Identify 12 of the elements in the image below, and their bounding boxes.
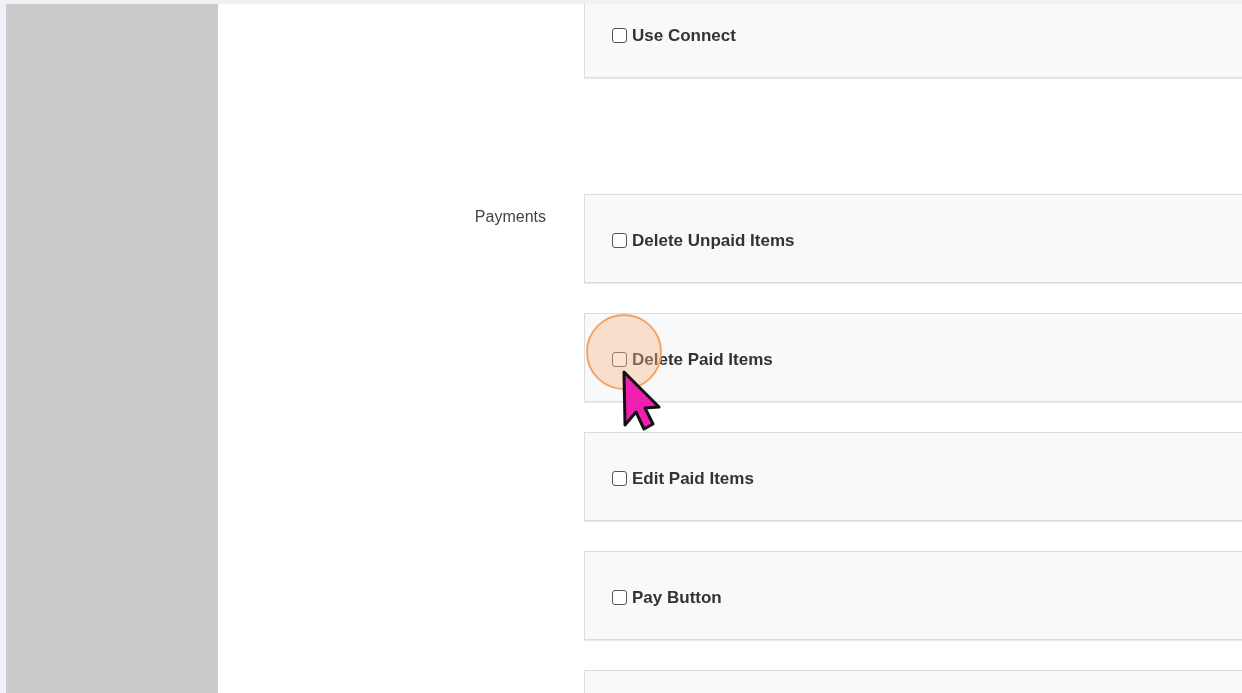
cursor-icon [621, 369, 661, 433]
checkbox[interactable] [612, 28, 627, 43]
checkbox[interactable] [612, 590, 627, 605]
checkbox[interactable] [612, 233, 627, 248]
checkbox-label[interactable]: Delete Unpaid Items [612, 227, 795, 254]
checkbox-label[interactable]: Delete Paid Items [612, 346, 773, 373]
section-label: Payments [474, 207, 546, 227]
checkbox[interactable] [612, 471, 627, 486]
checkbox-label[interactable]: Pay Button [612, 584, 722, 611]
checkbox[interactable] [612, 352, 627, 367]
checkbox-label[interactable]: Edit Paid Items [612, 465, 754, 492]
checkbox-label[interactable]: Use Connect [612, 22, 736, 49]
